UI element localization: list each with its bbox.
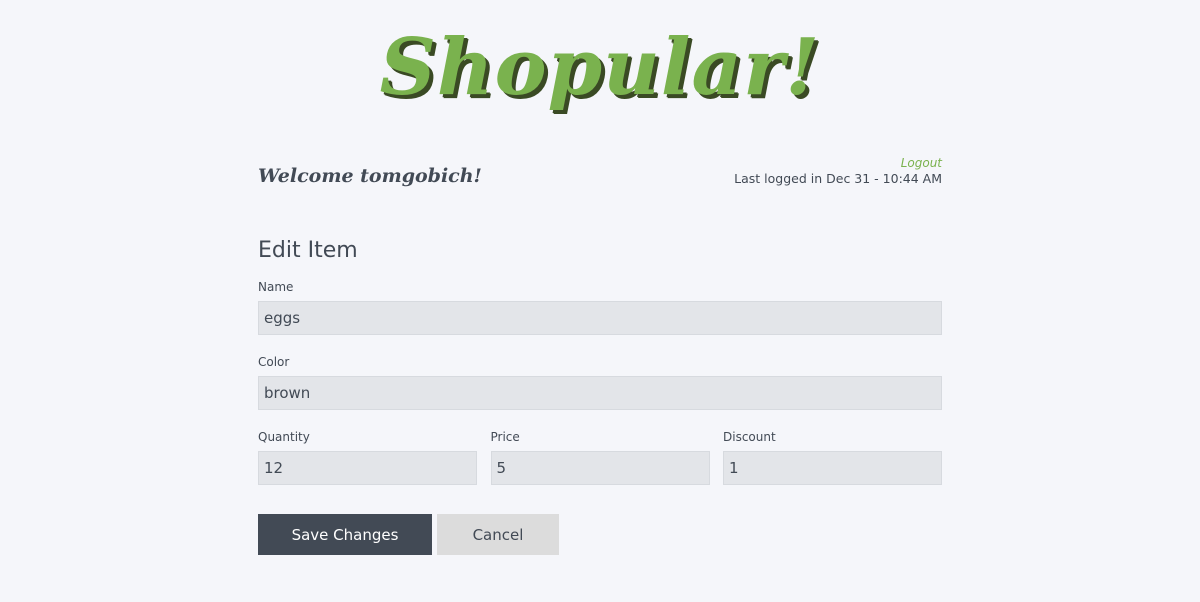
color-group: Color bbox=[258, 355, 942, 410]
price-label: Price bbox=[490, 430, 520, 444]
last-login-text: Last logged in Dec 31 - 10:44 AM bbox=[734, 171, 942, 186]
color-label: Color bbox=[258, 355, 290, 369]
color-input[interactable] bbox=[258, 376, 942, 410]
page: Shopular! Welcome tomgobich! Logout Last… bbox=[0, 0, 1200, 602]
user-info: Logout Last logged in Dec 31 - 10:44 AM bbox=[734, 155, 942, 187]
logo: Shopular! bbox=[379, 22, 821, 113]
name-group: Name bbox=[258, 280, 942, 335]
form-title: Edit Item bbox=[258, 238, 358, 263]
logout-link[interactable]: Logout bbox=[734, 155, 942, 171]
quantity-group: Quantity bbox=[258, 430, 477, 485]
price-group: Price bbox=[490, 430, 710, 485]
discount-label: Discount bbox=[723, 430, 776, 444]
edit-item-form: Edit Item Name Color Quantity Price Disc… bbox=[258, 236, 942, 485]
discount-input[interactable] bbox=[723, 451, 942, 485]
numbers-row: Quantity Price Discount bbox=[258, 430, 942, 485]
name-label: Name bbox=[258, 280, 294, 294]
quantity-input[interactable] bbox=[258, 451, 477, 485]
name-input[interactable] bbox=[258, 301, 942, 335]
save-changes-button[interactable]: Save Changes bbox=[258, 514, 432, 555]
cancel-button[interactable]: Cancel bbox=[437, 514, 559, 555]
form-actions: Save Changes Cancel bbox=[258, 514, 559, 555]
price-input[interactable] bbox=[490, 451, 710, 485]
quantity-label: Quantity bbox=[258, 430, 310, 444]
welcome-message: Welcome tomgobich! bbox=[258, 165, 482, 187]
discount-group: Discount bbox=[723, 430, 942, 485]
